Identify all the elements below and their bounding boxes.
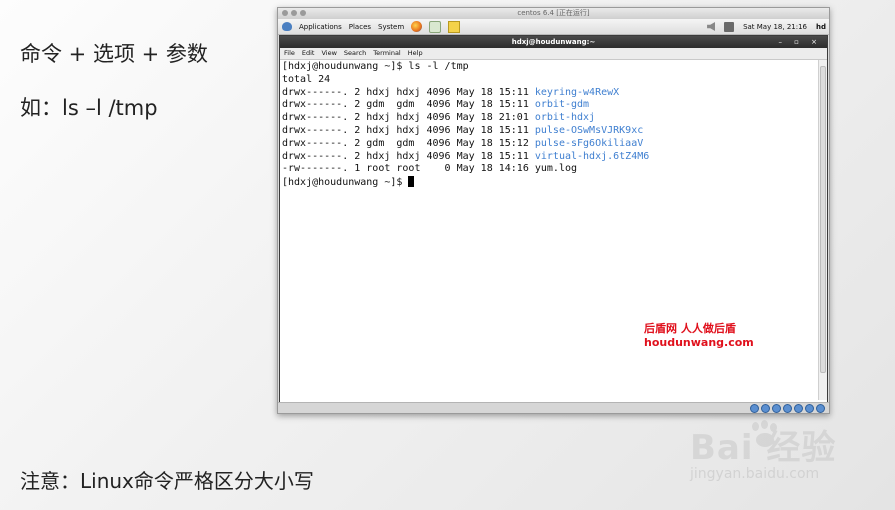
menu-edit[interactable]: Edit [302,48,315,59]
vm-network-icon[interactable] [783,404,792,413]
menu-search[interactable]: Search [344,48,366,59]
terminal-line: -rw-------. 1 root root 0 May 18 14:16 y… [282,163,825,176]
terminal-line-text: [hdxj@houdunwang ~]$ ls -l /tmp [282,61,469,72]
terminal-body[interactable]: [hdxj@houdunwang ~]$ ls -l /tmp total 24 d… [280,60,827,400]
panel-user[interactable]: hd [816,23,826,31]
vm-capture-icon[interactable] [816,404,825,413]
terminal-window-controls[interactable]: – ▫ × [778,36,822,48]
terminal-output: [hdxj@houdunwang ~]$ ls -l /tmp total 24 d… [280,60,827,191]
terminal-line: drwx------. 2 hdxj hdxj 4096 May 18 15:1… [282,87,825,100]
terminal-line: drwx------. 2 hdxj hdxj 4096 May 18 15:1… [282,125,825,138]
vm-title: centos 6.4 [正在运行] [517,9,590,17]
menu-terminal[interactable]: Terminal [373,48,400,59]
terminal-line: total 24 [282,74,825,87]
slide-heading-syntax: 命令 + 选项 + 参数 [20,42,208,66]
menu-help[interactable]: Help [408,48,423,59]
terminal-line-text: drwx------. 2 gdm gdm 4096 May 18 15:11 [282,99,535,111]
terminal-dir-name: virtual-hdxj.6tZ4M6 [534,150,650,162]
baidu-logo: Bai 经验 [690,428,837,468]
network-icon[interactable] [724,21,735,32]
menu-view[interactable]: View [321,48,336,59]
vm-hdd-icon[interactable] [750,404,759,413]
vm-cd-icon[interactable] [761,404,770,413]
baidu-jingyan-watermark: Bai 经验 jingyan.baidu.com [690,420,890,510]
terminal-line-text: drwx------. 2 gdm gdm 4096 May 18 15:12 [282,137,535,149]
terminal-dir-name: pulse-sFg6OkiliaaV [534,137,644,149]
firefox-icon[interactable] [411,21,423,32]
terminal-dir-name: orbit-gdm [534,99,590,111]
vm-usb-icon[interactable] [772,404,781,413]
terminal-line-text: drwx------. 2 hdxj hdxj 4096 May 18 15:1… [282,86,535,98]
terminal-line: drwx------. 2 gdm gdm 4096 May 18 15:12 … [282,138,825,151]
menu-system[interactable]: System [378,23,404,31]
notes-icon[interactable] [448,20,461,33]
menu-places[interactable]: Places [349,23,371,31]
slide-note: 注意：Linux命令严格区分大小写 [20,469,314,493]
volume-icon[interactable] [707,22,716,31]
panel-clock[interactable]: Sat May 18, 21:16 [743,23,807,31]
terminal-line: drwx------. 2 hdxj hdxj 4096 May 18 21:0… [282,112,825,125]
terminal-line-text: [hdxj@houdunwang ~]$ [282,177,409,189]
terminal-cursor [408,176,415,188]
terminal-window: hdxj@houdunwang:~ – ▫ × File Edit View S… [279,35,828,404]
terminal-line: drwx------. 2 gdm gdm 4096 May 18 15:11 … [282,99,825,112]
terminal-title: hdxj@houdunwang:~ [511,38,596,46]
terminal-titlebar: hdxj@houdunwang:~ – ▫ × [280,36,827,48]
terminal-line: [hdxj@houdunwang ~]$ [282,176,825,190]
terminal-line-text: drwx------. 2 hdxj hdxj 4096 May 18 15:1… [282,124,535,136]
vm-shared-folder-icon[interactable] [794,404,803,413]
gnome-top-panel: Applications Places System Sat May 18, 2… [278,19,829,35]
terminal-dir-name: pulse-OSwMsVJRK9xc [534,124,644,136]
vm-statusbar [278,402,829,413]
terminal-line: drwx------. 2 hdxj hdxj 4096 May 18 15:1… [282,151,825,164]
vm-window: centos 6.4 [正在运行] Applications Places Sy… [277,7,830,414]
menu-applications[interactable]: Applications [299,23,342,31]
terminal-dir-name: orbit-hdxj [534,112,596,124]
terminal-dir-name: keyring-w4RewX [534,86,620,98]
menu-file[interactable]: File [284,48,295,59]
terminal-line-text: total 24 [282,73,331,85]
terminal-line-text: drwx------. 2 hdxj hdxj 4096 May 18 15:1… [282,150,535,162]
baidu-url: jingyan.baidu.com [690,466,820,482]
slide-example: 如：ls –l /tmp [20,96,158,120]
vm-display-icon[interactable] [805,404,814,413]
mail-icon[interactable] [429,20,442,33]
watermark-slogan: 后盾网 人人做后盾 [644,322,736,335]
terminal-scroll-thumb[interactable] [820,66,826,373]
terminal-line-text: -rw-------. 1 root root 0 May 18 14:16 y… [282,163,578,175]
houdunwang-watermark: 后盾网 人人做后盾 houdunwang.com [644,322,754,350]
baidu-paw-icon [748,420,782,454]
terminal-line: [hdxj@houdunwang ~]$ ls -l /tmp [282,61,825,74]
watermark-url: houdunwang.com [644,336,754,349]
terminal-line-text: drwx------. 2 hdxj hdxj 4096 May 18 21:0… [282,112,535,124]
gnome-foot-icon[interactable] [282,22,292,31]
vm-titlebar: centos 6.4 [正在运行] [278,8,829,19]
terminal-menubar: File Edit View Search Terminal Help [280,48,827,60]
terminal-scrollbar[interactable] [818,60,827,400]
